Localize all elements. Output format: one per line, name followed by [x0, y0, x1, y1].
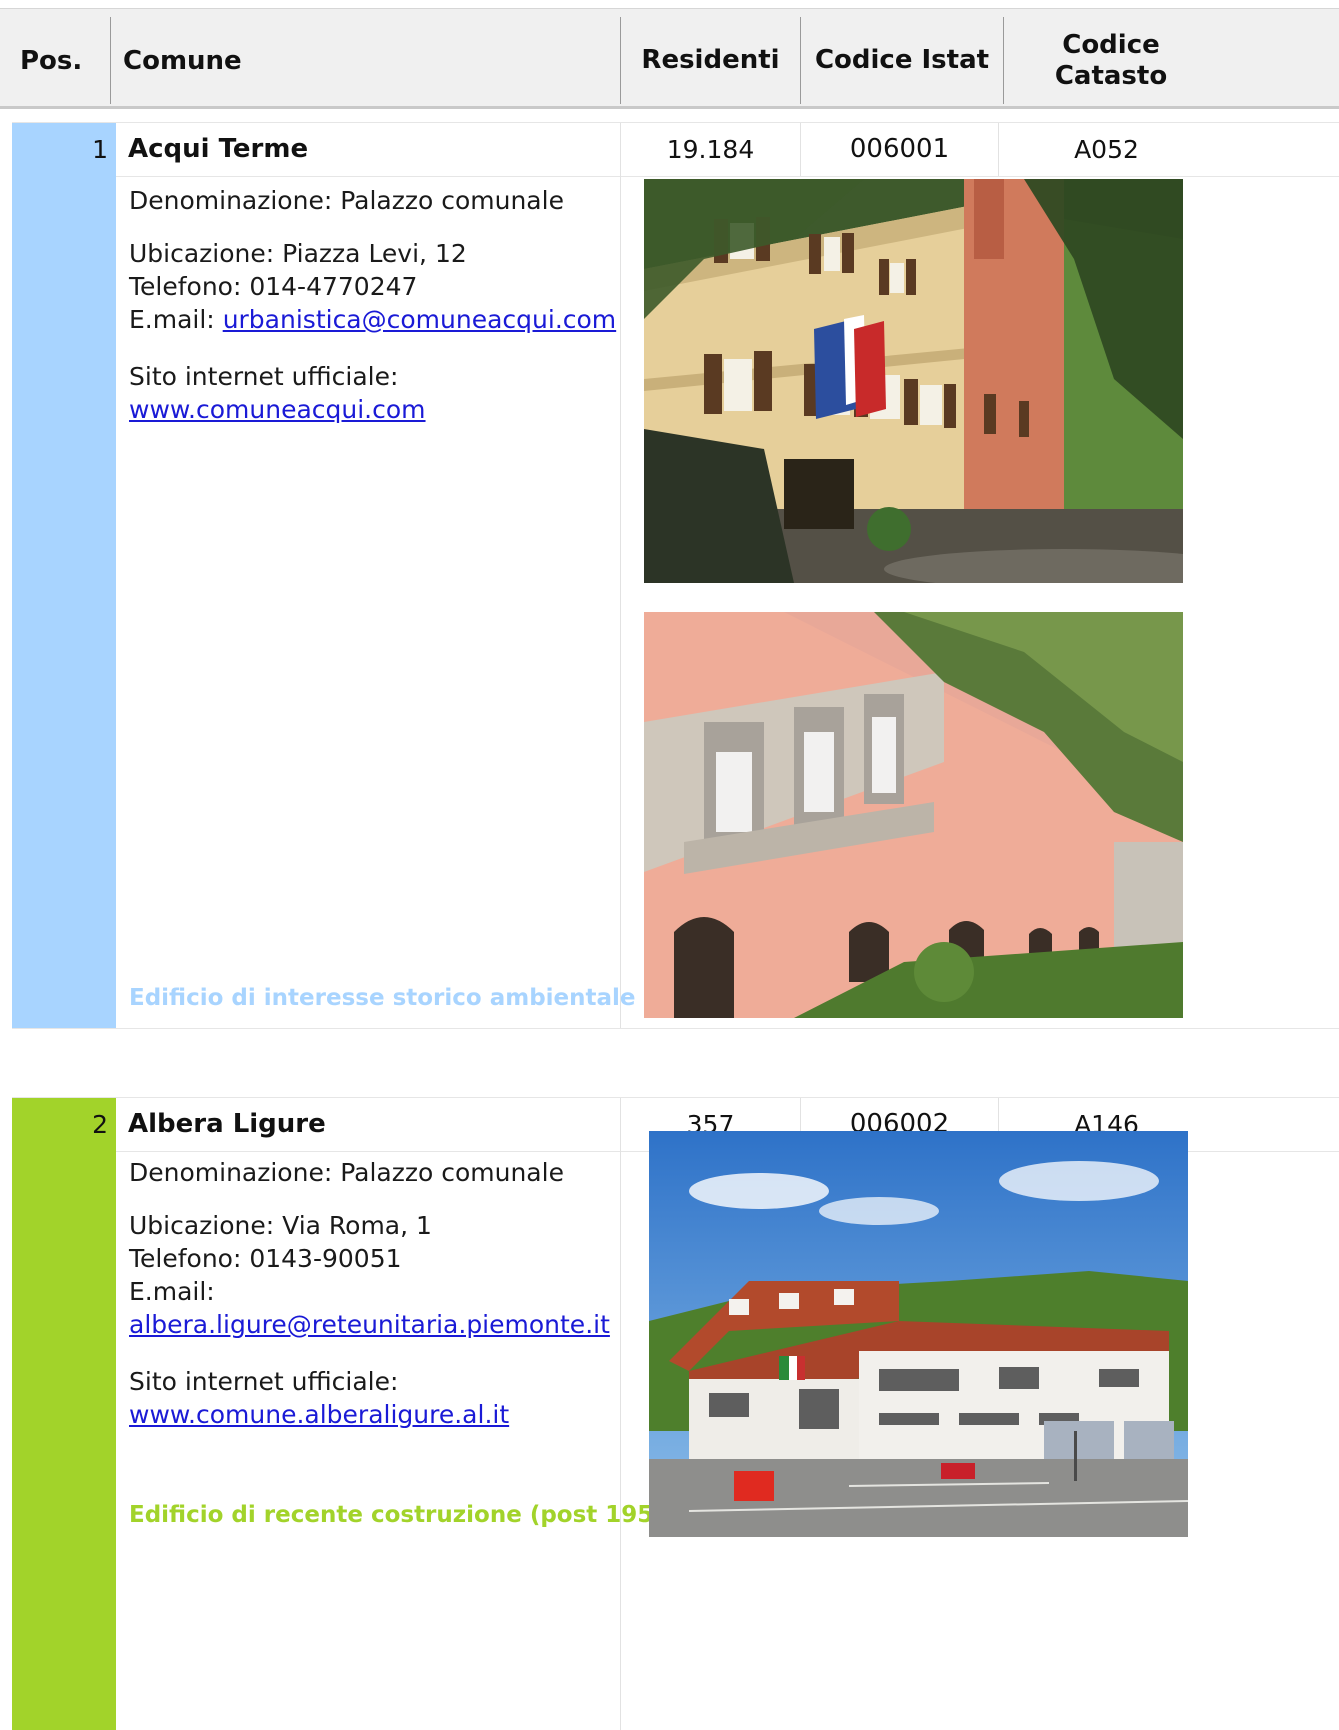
entry-summary-row: 1 Acqui Terme 19.184 006001 A052	[12, 122, 1339, 177]
catasto-code: A052	[998, 123, 1214, 176]
website-link[interactable]: www.comuneacqui.com	[129, 395, 426, 424]
sito-label: Sito internet ufficiale:	[129, 362, 399, 391]
telefono-text: Telefono: 0143-90051	[129, 1244, 402, 1273]
catasto-header-line1: Codice	[1062, 29, 1160, 60]
building-info: Denominazione: Palazzo comunale Ubicazio…	[129, 184, 689, 426]
denominazione-text: Denominazione: Palazzo comunale	[129, 1158, 564, 1187]
comune-name: Albera Ligure	[128, 1109, 326, 1139]
position-cell: 1	[12, 123, 116, 176]
category-color-bar	[12, 175, 116, 1028]
email-label: E.mail:	[129, 305, 215, 334]
sito-label: Sito internet ufficiale:	[129, 1367, 399, 1396]
email-label: E.mail:	[129, 1277, 215, 1306]
building-photo-front	[649, 1131, 1188, 1537]
ubicazione-text: Ubicazione: Via Roma, 1	[129, 1211, 432, 1240]
email-link[interactable]: albera.ligure@reteunitaria.piemonte.it	[129, 1310, 610, 1339]
category-color-bar	[12, 1150, 116, 1730]
building-photo-side	[644, 612, 1183, 1018]
catasto-header-line2: Catasto	[1054, 60, 1168, 91]
denominazione-text: Denominazione: Palazzo comunale	[129, 186, 564, 215]
istat-code: 006001	[800, 123, 998, 176]
column-header-residenti[interactable]: Residenti	[620, 17, 800, 104]
building-category-note: Edificio di recente costruzione (post 19…	[129, 1502, 680, 1528]
building-category-note: Edificio di interesse storico ambientale	[129, 985, 636, 1011]
entry-detail-row: Denominazione: Palazzo comunale Ubicazio…	[12, 175, 1339, 1029]
column-header-codice-istat[interactable]: Codice Istat	[800, 17, 1003, 104]
table-header: Pos. Comune Residenti Codice Istat Codic…	[0, 8, 1339, 109]
website-link[interactable]: www.comune.alberaligure.al.it	[129, 1400, 509, 1429]
entry-detail-row: Denominazione: Palazzo comunale Ubicazio…	[12, 1131, 1339, 1730]
comune-entry-acqui-terme: 1 Acqui Terme 19.184 006001 A052 Denomin…	[12, 122, 1339, 1030]
building-photo-front	[644, 179, 1183, 583]
comune-name: Acqui Terme	[128, 134, 309, 164]
email-link[interactable]: urbanistica@comuneacqui.com	[223, 305, 616, 334]
telefono-text: Telefono: 014-4770247	[129, 272, 418, 301]
column-header-pos[interactable]: Pos.	[0, 17, 110, 104]
ubicazione-text: Ubicazione: Piazza Levi, 12	[129, 239, 467, 268]
column-header-comune[interactable]: Comune	[110, 17, 620, 104]
column-header-codice-catasto[interactable]: Codice Catasto	[1003, 17, 1218, 104]
building-info: Denominazione: Palazzo comunale Ubicazio…	[129, 1156, 689, 1431]
position-cell: 2	[12, 1098, 116, 1151]
residenti-value: 19.184	[620, 123, 800, 176]
comune-entry-albera-ligure: 2 Albera Ligure 357 006002 A146 Denomina…	[12, 1097, 1339, 1730]
